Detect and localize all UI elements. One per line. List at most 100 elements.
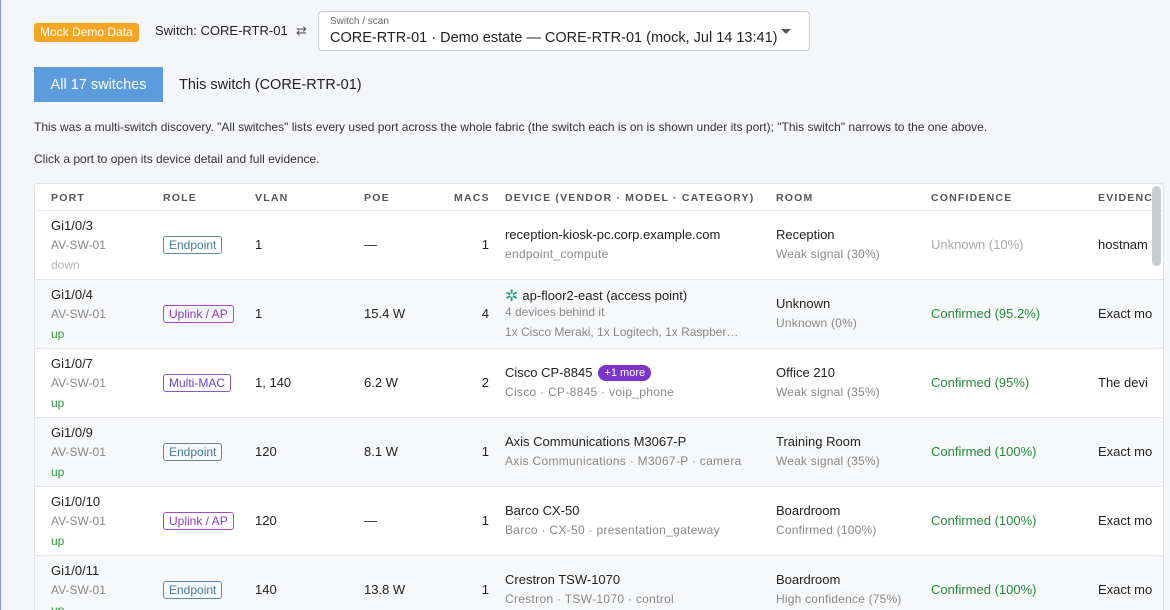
vlan-value: 140	[255, 582, 277, 597]
mock-data-badge: Mock Demo Data	[34, 23, 139, 42]
port-name: Gi1/0/4	[51, 287, 93, 302]
poe-value: 6.2 W	[364, 375, 398, 390]
port-switch: AV-SW-01	[51, 445, 106, 459]
port-switch: AV-SW-01	[51, 376, 106, 390]
evidence-text: Exact mo	[1098, 513, 1153, 528]
evidence-text: Exact mo	[1098, 444, 1153, 459]
role-badge: Endpoint	[163, 236, 223, 254]
room-signal: High confidence (75%)	[776, 592, 902, 606]
switch-scan-legend: Switch / scan	[330, 16, 389, 27]
poe-value: —	[364, 513, 377, 528]
port-switch: AV-SW-01	[51, 238, 106, 252]
vlan-value: 120	[255, 513, 277, 528]
port-name: Gi1/0/7	[51, 356, 93, 371]
table-row[interactable]: Gi1/0/10 AV-SW-01 up Uplink / AP 120 — 1…	[35, 487, 1163, 556]
confidence-value: Confirmed (95.2%)	[931, 306, 1041, 321]
vlan-value: 1	[255, 306, 263, 321]
evidence-text: The devi	[1098, 375, 1148, 390]
port-name: Gi1/0/11	[51, 563, 100, 578]
poe-value: 15.4 W	[364, 306, 406, 321]
switch-scan-select[interactable]: Switch / scan CORE-RTR-01 · Demo estate …	[318, 11, 810, 51]
port-name: Gi1/0/9	[51, 425, 93, 440]
room-signal: Weak signal (35%)	[776, 385, 880, 399]
access-point-icon: ✲	[505, 288, 519, 305]
evidence-text: hostnam	[1098, 237, 1148, 252]
chevron-down-icon	[781, 29, 791, 34]
device-subtitle: endpoint_compute	[505, 247, 609, 261]
table-row[interactable]: Gi1/0/9 AV-SW-01 up Endpoint 120 8.1 W 1…	[35, 418, 1163, 487]
role-badge: Multi-MAC	[163, 374, 231, 392]
evidence-text: Exact mo	[1098, 582, 1153, 597]
room-signal: Confirmed (100%)	[776, 523, 877, 537]
room-signal: Unknown (0%)	[776, 316, 858, 330]
role-badge: Endpoint	[163, 581, 223, 599]
macs-count: 1	[481, 582, 489, 597]
device-name-wrap: Cisco CP-8845 +1 more	[505, 365, 652, 381]
room-name: Unknown	[776, 296, 831, 311]
col-room[interactable]: ROOM	[776, 192, 813, 204]
poe-value: 13.8 W	[364, 582, 406, 597]
table-row[interactable]: Gi1/0/7 AV-SW-01 up Multi-MAC 1, 140 6.2…	[35, 349, 1163, 418]
col-vlan[interactable]: VLAN	[255, 192, 288, 204]
device-subtitle: 4 devices behind it	[505, 305, 605, 319]
role-badge: Endpoint	[163, 443, 223, 461]
table-scrollbar[interactable]	[1152, 186, 1161, 266]
col-device[interactable]: DEVICE (VENDOR · MODEL · CATEGORY)	[505, 192, 754, 204]
vlan-value: 1, 140	[255, 375, 292, 390]
device-name: ap-floor2-east (access point)	[522, 288, 688, 303]
room-name: Boardroom	[776, 503, 841, 518]
col-role[interactable]: ROLE	[163, 192, 197, 204]
tab-this-switch[interactable]: This switch (CORE-RTR-01)	[179, 77, 362, 93]
port-status: up	[51, 465, 65, 479]
room-signal: Weak signal (30%)	[776, 247, 880, 261]
col-poe[interactable]: POE	[364, 192, 390, 204]
device-behind-list: 1x Cisco Meraki, 1x Logitech, 1x Raspber…	[505, 325, 739, 339]
discovery-info-text: This was a multi-switch discovery. "All …	[34, 120, 988, 134]
confidence-value: Confirmed (100%)	[931, 513, 1037, 528]
room-name: Reception	[776, 227, 835, 242]
table-header: PORT ROLE VLAN POE MACS DEVICE (VENDOR ·…	[35, 184, 1163, 211]
confidence-value: Confirmed (100%)	[931, 444, 1037, 459]
device-name: Cisco CP-8845	[505, 365, 593, 380]
table-row[interactable]: Gi1/0/3 AV-SW-01 down Endpoint 1 — 1 rec…	[35, 211, 1163, 280]
port-name: Gi1/0/3	[51, 218, 93, 233]
device-name: Barco CX-50	[505, 503, 580, 518]
port-status: up	[51, 603, 65, 610]
port-name: Gi1/0/10	[51, 494, 101, 509]
col-confidence[interactable]: CONFIDENCE	[931, 192, 1012, 204]
role-badge: Uplink / AP	[163, 512, 234, 530]
table-row[interactable]: Gi1/0/4 AV-SW-01 up Uplink / AP 1 15.4 W…	[35, 280, 1163, 349]
room-name: Office 210	[776, 365, 836, 380]
click-hint-text: Click a port to open its device detail a…	[34, 152, 320, 166]
col-port[interactable]: PORT	[51, 192, 85, 204]
more-devices-badge[interactable]: +1 more	[598, 365, 652, 381]
current-switch-label: Switch: CORE-RTR-01	[155, 23, 288, 38]
confidence-value: Confirmed (95%)	[931, 375, 1030, 390]
port-status: up	[51, 534, 65, 548]
room-name: Boardroom	[776, 572, 841, 587]
device-name: Crestron TSW-1070	[505, 572, 621, 587]
switch-scan-value: CORE-RTR-01 · Demo estate — CORE-RTR-01 …	[330, 30, 778, 46]
col-macs[interactable]: MACS	[454, 192, 490, 204]
device-subtitle: Axis Communications · M3067-P · camera	[505, 454, 742, 468]
room-name: Training Room	[776, 434, 861, 449]
device-subtitle: Barco · CX-50 · presentation_gateway	[505, 523, 720, 537]
swap-arrows-icon[interactable]: ⇄	[296, 23, 307, 39]
device-subtitle: Cisco · CP-8845 · voip_phone	[505, 385, 675, 399]
device-name: reception-kiosk-pc.corp.example.com	[505, 227, 721, 242]
page-left-rule	[0, 0, 1, 610]
vlan-value: 1	[255, 237, 263, 252]
macs-count: 2	[481, 375, 489, 390]
poe-value: 8.1 W	[364, 444, 398, 459]
confidence-value: Confirmed (100%)	[931, 582, 1037, 597]
device-name-wrap: ✲ ap-floor2-east (access point)	[505, 286, 687, 306]
port-status: up	[51, 396, 65, 410]
evidence-text: Exact mo	[1098, 306, 1153, 321]
ports-table: PORT ROLE VLAN POE MACS DEVICE (VENDOR ·…	[34, 183, 1164, 610]
device-name: Axis Communications M3067-P	[505, 434, 687, 449]
table-row[interactable]: Gi1/0/11 AV-SW-01 up Endpoint 140 13.8 W…	[35, 556, 1163, 610]
port-switch: AV-SW-01	[51, 583, 106, 597]
tab-all-switches[interactable]: All 17 switches	[34, 67, 163, 102]
macs-count: 1	[481, 237, 489, 252]
macs-count: 4	[481, 306, 489, 321]
